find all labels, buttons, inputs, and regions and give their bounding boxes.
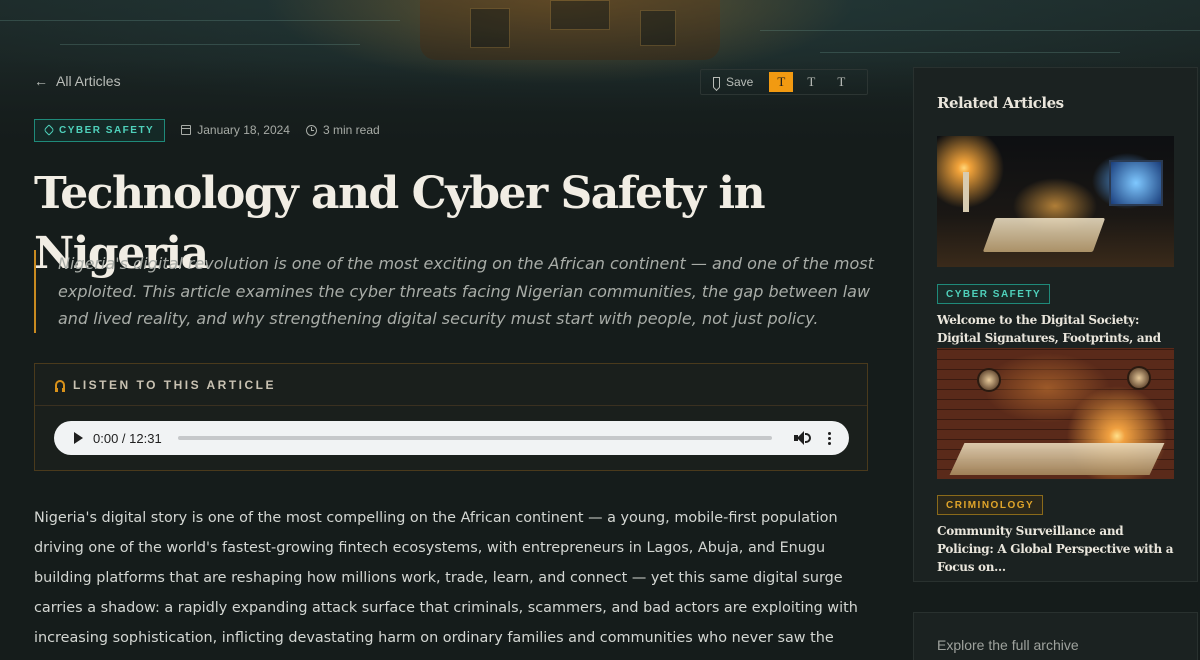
text-size-small-button[interactable]: T: [769, 72, 794, 92]
read-time: 3 min read: [305, 123, 380, 137]
back-link-label: All Articles: [56, 73, 121, 89]
calendar-icon: [181, 125, 192, 135]
related-article-tag[interactable]: CYBER SAFETY: [937, 284, 1051, 304]
back-to-articles-link[interactable]: ← All Articles: [34, 72, 121, 90]
date-text: January 18, 2024: [197, 123, 290, 137]
article-lede: Nigeria's digital revolution is one of t…: [34, 250, 874, 333]
article-toolbar: Save T T T: [700, 69, 868, 95]
circuit-chip-graphic: [420, 0, 720, 60]
related-articles-sidebar: Related Articles CYBER SAFETY Welcome to…: [913, 67, 1198, 582]
related-article-title[interactable]: Community Surveillance and Policing: A G…: [937, 522, 1177, 576]
headphones-icon: [55, 380, 65, 392]
arrow-left-icon: ←: [34, 73, 48, 89]
publish-date: January 18, 2024: [181, 123, 290, 137]
volume-icon[interactable]: [794, 431, 811, 445]
tag-icon: [43, 124, 55, 136]
category-tag[interactable]: CYBER SAFETY: [34, 118, 166, 142]
audio-progress-bar[interactable]: [177, 436, 772, 440]
related-article-tag[interactable]: CRIMINOLOGY: [937, 495, 1044, 515]
read-time-text: 3 min read: [322, 123, 380, 137]
related-article-image[interactable]: [937, 136, 1174, 267]
archive-box[interactable]: Explore the full archive: [913, 612, 1198, 660]
related-article-image[interactable]: [937, 348, 1174, 479]
audio-heading: LISTEN TO THIS ARTICLE: [35, 364, 867, 406]
audio-player: 0:00 / 12:31: [54, 421, 849, 455]
text-size-medium-button[interactable]: T: [799, 72, 823, 92]
more-options-icon[interactable]: [828, 431, 831, 445]
audio-heading-text: LISTEN TO THIS ARTICLE: [73, 377, 277, 392]
save-button[interactable]: Save: [701, 70, 765, 94]
archive-link[interactable]: Explore the full archive: [937, 637, 1079, 653]
article-body: Nigeria's digital story is one of the mo…: [34, 510, 858, 646]
article-meta: CYBER SAFETY January 18, 2024 3 min read: [34, 118, 380, 142]
sidebar-title: Related Articles: [937, 94, 1064, 112]
clock-icon: [305, 124, 317, 136]
play-icon[interactable]: [74, 432, 83, 444]
audio-player-section: LISTEN TO THIS ARTICLE 0:00 / 12:31: [34, 363, 868, 471]
audio-time: 0:00 / 12:31: [93, 430, 162, 446]
text-size-large-button[interactable]: T: [829, 72, 853, 92]
bookmark-icon: [713, 77, 720, 87]
save-label: Save: [726, 75, 754, 89]
category-label: CYBER SAFETY: [59, 124, 155, 136]
